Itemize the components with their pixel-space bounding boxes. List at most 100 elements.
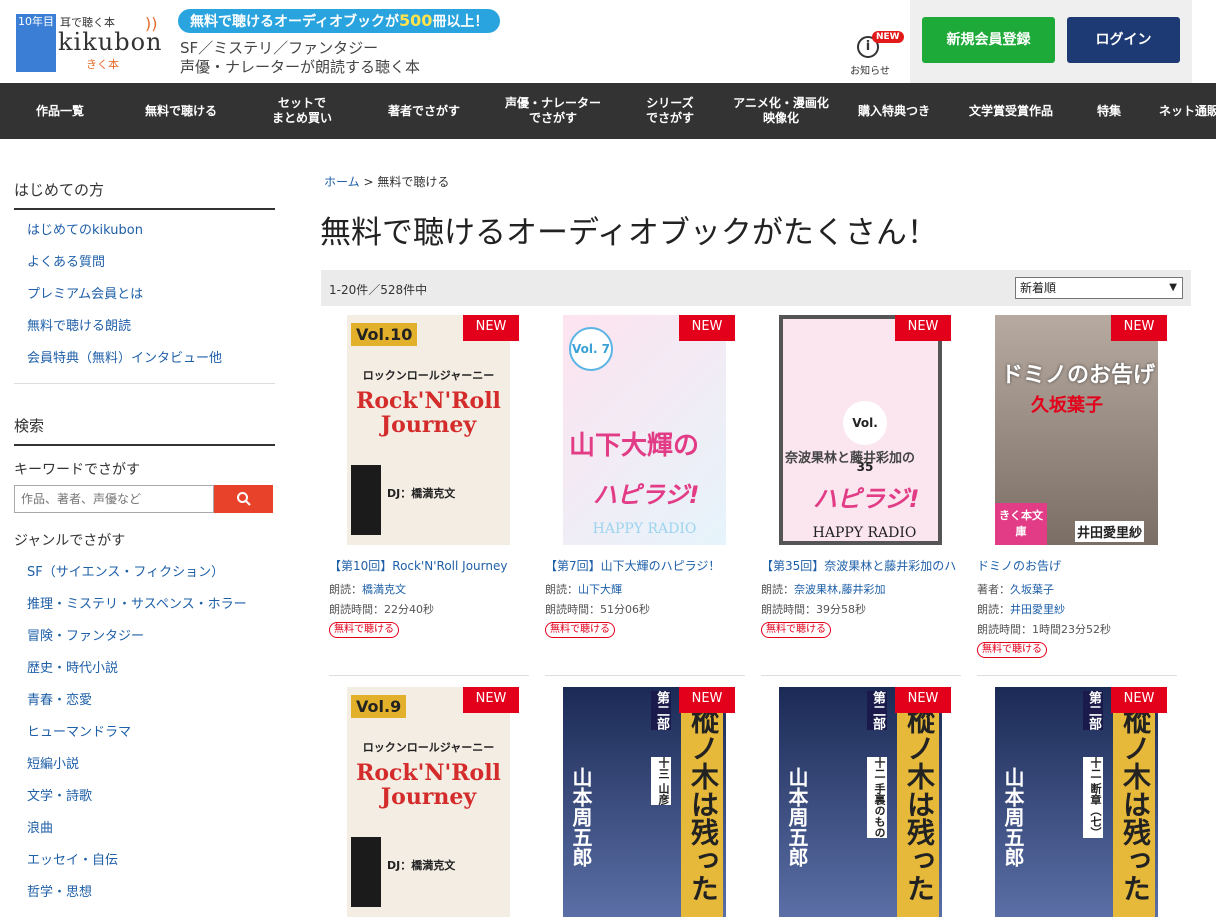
sort-value: 新着順 — [1020, 281, 1057, 295]
genre-link[interactable]: エッセイ・自伝 — [27, 845, 276, 877]
cover-author: 山本周五郎 — [1001, 767, 1025, 867]
nav-item[interactable]: アニメ化・漫画化 映像化 — [720, 83, 842, 139]
new-badge: NEW — [872, 31, 904, 43]
sort-select[interactable]: 新着順 ▼ — [1015, 277, 1183, 299]
product-card[interactable]: Vol. 35 奈波果林と藤井彩加の ハピラジ! HAPPY RADIO NEW 【第35… — [753, 306, 961, 678]
product-duration: 朗読時間：22分40秒 — [329, 603, 434, 616]
genre-link[interactable]: 哲学・思想 — [27, 877, 276, 909]
nav-item[interactable]: ネット通販 — [1142, 83, 1216, 139]
search-button[interactable] — [214, 485, 273, 513]
free-badge: 無料で聴ける — [977, 642, 1047, 658]
cover-image[interactable]: 第二部 樅ノ木は残った 十三 山彦 山本周五郎 — [563, 687, 726, 917]
cover-image[interactable]: 第二部 樅ノ木は残った 十二 手裏のもの 山本周五郎 — [779, 687, 942, 917]
cover-tagline: HAPPY RADIO — [592, 521, 697, 537]
nav-item[interactable]: 声優・ナレーター でさがす — [486, 83, 620, 139]
product-card[interactable]: Vol.10 ロックンロールジャーニー Rock'N'Roll Journey DJ：… — [321, 306, 529, 678]
new-badge: NEW — [463, 315, 519, 341]
cover-image[interactable]: Vol.9 ロックンロールジャーニー Rock'N'Roll Journey DJ：橋… — [347, 687, 510, 917]
sidebar-link[interactable]: よくある質問 — [27, 247, 276, 279]
product-card[interactable]: Vol. 7 山下大輝の ハピラジ! HAPPY RADIO NEW 【第7回】山下大輝の… — [537, 306, 745, 678]
register-button[interactable]: 新規会員登録 — [922, 17, 1055, 63]
genre-link[interactable]: 浪曲 — [27, 813, 276, 845]
genre-link[interactable]: 短編小説 — [27, 749, 276, 781]
promo-suffix: 冊以上！ — [432, 14, 489, 30]
cover-title: 樅ノ木は残った — [681, 691, 723, 917]
genre-link[interactable]: 青春・恋愛 — [27, 685, 276, 717]
genre-heading: ジャンルでさがす — [14, 533, 126, 549]
product-card[interactable]: Vol.9 ロックンロールジャーニー Rock'N'Roll Journey DJ：橋… — [321, 678, 521, 917]
genre-link[interactable]: ヒューマンドラマ — [27, 717, 276, 749]
login-button[interactable]: ログイン — [1067, 17, 1180, 63]
meta-key: 朗読： — [329, 583, 362, 596]
nav-item[interactable]: 作品一覧 — [0, 83, 120, 139]
cover-image[interactable]: 第二部 樅ノ木は残った 十二 断章（七） 山本周五郎 — [995, 687, 1158, 917]
nav-item[interactable]: 無料で聴ける — [120, 83, 242, 139]
notice-button[interactable]: i NEW お知らせ — [846, 31, 904, 77]
main-nav: 作品一覧 無料で聴ける セットで まとめ買い 著者でさがす 声優・ナレーター でさがすシ… — [0, 83, 1216, 139]
meta-key: 朗読： — [545, 583, 578, 596]
nav-item[interactable]: 特集 — [1076, 83, 1142, 139]
cover-subtitle: ロックンロールジャーニー — [362, 741, 495, 754]
cover-title: 樅ノ木は残った — [1113, 691, 1155, 917]
search-heading: 検索 — [14, 415, 275, 446]
meta-value[interactable]: 橋満克文 — [362, 583, 406, 596]
genre-link[interactable]: 文学・詩歌 — [27, 781, 276, 813]
cover-title: Rock'N'Roll Journey — [356, 760, 501, 810]
sidebar-link[interactable]: 会員特典（無料）インタビュー他 — [27, 343, 276, 375]
new-badge: NEW — [895, 687, 951, 713]
search-input[interactable] — [14, 485, 214, 513]
product-title[interactable]: 【第7回】山下大輝のハピラジ！ — [545, 557, 745, 574]
cover-image[interactable]: ドミノのお告げ 久坂葉子 きく本文庫 井田愛里紗 — [995, 315, 1158, 545]
cover-chapter: 十二 断章（七） — [1083, 757, 1103, 838]
card-divider — [977, 675, 1177, 676]
cover-dj: DJ：橋満克文 — [387, 487, 456, 500]
nav-item[interactable]: 文学賞受賞作品 — [946, 83, 1076, 139]
cover-author: 山本周五郎 — [569, 767, 593, 867]
sidebar-link[interactable]: プレミアム会員とは — [27, 279, 276, 311]
result-bar: 1-20件／528件中 新着順 ▼ — [321, 270, 1191, 306]
cover-part: 第二部 — [1083, 691, 1103, 730]
genre-links: SF（サイエンス・フィクション） 推理・ミステリ・サスペンス・ホラー 冒険・ファンタ… — [14, 557, 276, 909]
promo-number: 500 — [399, 11, 433, 30]
cover-image[interactable]: Vol.10 ロックンロールジャーニー Rock'N'Roll Journey DJ：… — [347, 315, 510, 545]
meta-value[interactable]: 山下大輝 — [578, 583, 622, 596]
chevron-down-icon: ▼ — [1169, 282, 1177, 293]
new-badge: NEW — [679, 315, 735, 341]
sidebar-link[interactable]: 無料で聴ける朗読 — [27, 311, 276, 343]
cover-title: ドミノのお告げ — [1001, 362, 1156, 388]
promo-banner[interactable]: 無料で聴けるオーディオブックが500冊以上！ — [178, 9, 501, 33]
product-title[interactable]: 【第10回】Rock'N'Roll Journey — [329, 557, 529, 574]
nav-item[interactable]: シリーズ でさがす — [620, 83, 720, 139]
free-badge: 無料で聴ける — [545, 622, 615, 638]
product-card[interactable]: 第二部 樅ノ木は残った 十三 山彦 山本周五郎 NEW — [537, 678, 737, 917]
genre-link[interactable]: SF（サイエンス・フィクション） — [27, 557, 276, 589]
nav-item[interactable]: セットで まとめ買い — [242, 83, 362, 139]
genre-link[interactable]: 冒険・ファンタジー — [27, 621, 276, 653]
sidebar-link[interactable]: はじめてのkikubon — [27, 215, 276, 247]
cover-chapter: 十三 山彦 — [651, 757, 671, 805]
product-card[interactable]: 第二部 樅ノ木は残った 十二 断章（七） 山本周五郎 NEW — [969, 678, 1169, 917]
product-card[interactable]: 第二部 樅ノ木は残った 十二 手裏のもの 山本周五郎 NEW — [753, 678, 953, 917]
new-badge: NEW — [1111, 315, 1167, 341]
nav-item[interactable]: 購入特典つき — [842, 83, 946, 139]
breadcrumb-home[interactable]: ホーム — [324, 175, 360, 189]
product-title[interactable]: ドミノのお告げ — [977, 557, 1177, 574]
cover-vol: Vol. 7 — [569, 327, 613, 371]
cover-title: 樅ノ木は残った — [897, 691, 939, 917]
cover-image[interactable]: Vol. 7 山下大輝の ハピラジ! HAPPY RADIO — [563, 315, 726, 545]
cover-tagline: HAPPY RADIO — [812, 525, 917, 541]
notice-label: お知らせ — [850, 66, 890, 77]
product-title[interactable]: 【第35回】奈波果林と藤井彩加のハ — [761, 557, 961, 574]
cover-image[interactable]: Vol. 35 奈波果林と藤井彩加の ハピラジ! HAPPY RADIO — [779, 315, 942, 545]
genre-link[interactable]: 推理・ミステリ・サスペンス・ホラー — [27, 589, 276, 621]
genre-link[interactable]: 歴史・時代小説 — [27, 653, 276, 685]
meta-value[interactable]: 久坂葉子 — [1010, 583, 1054, 596]
first-time-links: はじめてのkikubon よくある質問 プレミアム会員とは 無料で聴ける朗読 会員特典（… — [14, 215, 276, 375]
product-card[interactable]: ドミノのお告げ 久坂葉子 きく本文庫 井田愛里紗 NEW ドミノのお告げ 著者：久坂葉子 朗読… — [969, 306, 1177, 678]
logo-japanese: きく本 — [86, 58, 119, 71]
cover-subtitle: ハピラジ! — [813, 485, 920, 513]
meta-value[interactable]: 井田愛里紗 — [1010, 603, 1065, 616]
nav-item[interactable]: 著者でさがす — [362, 83, 486, 139]
meta-value[interactable]: 奈波果林,藤井彩加 — [794, 583, 886, 596]
cover-subtitle: ハピラジ! — [593, 481, 700, 509]
